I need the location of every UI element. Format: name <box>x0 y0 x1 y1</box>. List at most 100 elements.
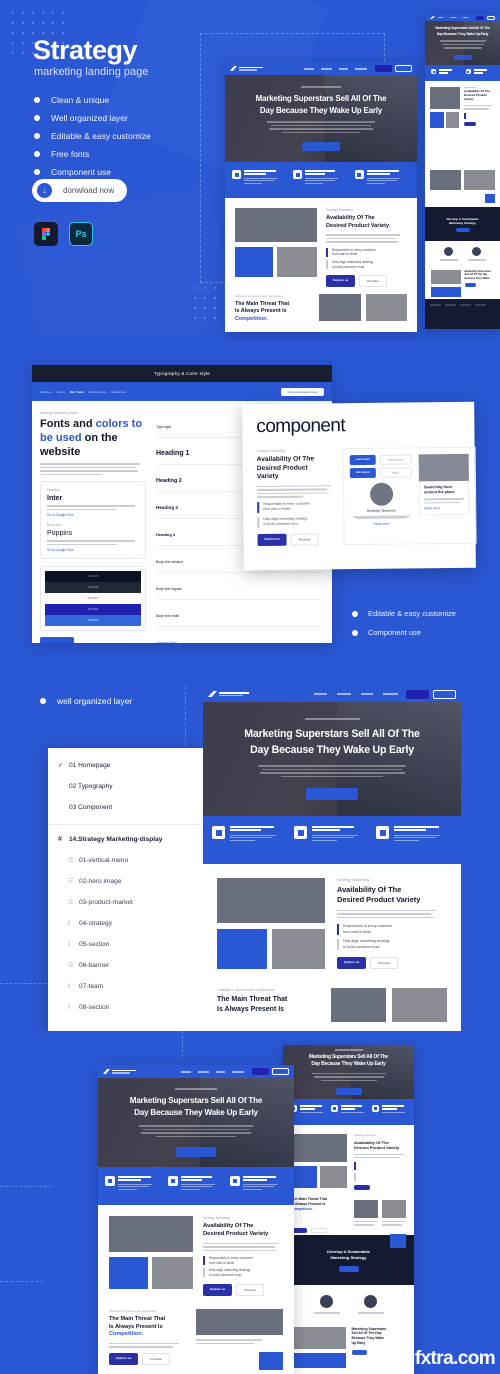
get-started-chip[interactable]: Get started <box>349 467 376 479</box>
login-button[interactable] <box>406 689 429 699</box>
layer-row[interactable]: ‖ 04-strategy <box>48 913 203 934</box>
layers-icon <box>293 170 303 179</box>
nav-menu[interactable] <box>304 67 367 70</box>
hero-title: Marketing Superstars Sell All Of The Day… <box>309 1054 388 1069</box>
login-button[interactable] <box>252 1068 269 1075</box>
threat-title-line1: The Main Threat That <box>217 996 288 1003</box>
nav-link[interactable]: About us <box>40 390 52 394</box>
section-buttons[interactable]: Explore us Preview <box>337 957 447 970</box>
explore-button[interactable]: Explore us <box>203 1283 233 1296</box>
nav-menu[interactable] <box>181 1070 244 1073</box>
explore-button[interactable]: Explore us <box>109 1352 139 1365</box>
banner-cta[interactable] <box>455 227 470 232</box>
hero-cta-button[interactable] <box>302 142 340 152</box>
nav-link[interactable]: Development <box>89 390 107 394</box>
mockup-features <box>203 816 461 864</box>
logo <box>103 1069 136 1074</box>
panel-previews: Marketing Superstars Sell All Of The Day… <box>0 1031 500 1374</box>
layer-row[interactable]: ‖ 07-team <box>48 976 203 997</box>
register-button[interactable] <box>272 1068 289 1075</box>
component-buttons[interactable]: Explore us Preview <box>257 533 331 546</box>
layer-row[interactable]: ☰ 06-banner <box>48 955 203 976</box>
section-buttons[interactable]: Explore us Preview <box>326 275 407 288</box>
palette-button[interactable] <box>40 637 74 643</box>
preview-button[interactable]: Preview <box>290 533 319 546</box>
threat-buttons[interactable]: Explore us Preview <box>109 1352 187 1365</box>
nav-link[interactable]: Home <box>57 390 65 394</box>
search-field-chip[interactable]: Search here <box>379 454 412 465</box>
hero-cta-button[interactable] <box>306 788 358 801</box>
hero-cta-button[interactable] <box>453 54 472 60</box>
nav-actions[interactable] <box>252 1068 289 1075</box>
section-title-line2: Desired Product Variety <box>354 1145 400 1151</box>
component-layer-icon: ‖ <box>68 1004 71 1011</box>
learn-more-chip[interactable]: Learn more <box>349 454 376 466</box>
threat-image-2 <box>382 1199 406 1218</box>
preview-button[interactable]: Preview <box>236 1283 264 1296</box>
nav-link-active[interactable]: Our Team <box>70 390 84 394</box>
page-item-component[interactable]: 03 Component <box>48 797 203 818</box>
bullet-line1: Help align marketing strategy <box>343 939 390 944</box>
menu-chip[interactable]: Menu <box>379 467 412 478</box>
section-kicker: Strategy Marketing <box>354 1134 376 1137</box>
layer-group-row[interactable]: #14.Strategy Marketing-display <box>48 829 203 850</box>
logo-mark-icon <box>103 1069 110 1074</box>
mockup-features <box>283 1099 414 1125</box>
banner-cta-button[interactable] <box>338 1265 359 1272</box>
section-buttons[interactable] <box>354 1184 406 1190</box>
layer-row[interactable]: ‖ 08-section <box>48 997 203 1018</box>
hero-cta-button[interactable] <box>335 1088 362 1096</box>
download-button[interactable]: ↓ donwload now <box>32 179 127 202</box>
layer-row[interactable]: ☰ 02-hero image <box>48 871 203 892</box>
layer-row[interactable]: ☰ 01-vertical-menu <box>48 850 203 871</box>
layer-row[interactable]: ‖ 05-section <box>48 934 203 955</box>
mockup-footer <box>425 299 500 329</box>
nav-links[interactable]: About us Home Our Team Development Conta… <box>40 390 126 394</box>
nav-cta-button[interactable]: Free consultation now <box>280 387 324 396</box>
nav-actions[interactable] <box>406 689 456 699</box>
threat-buttons[interactable] <box>291 1227 347 1233</box>
preview-button[interactable]: Preview <box>359 275 387 288</box>
preview-button[interactable]: Preview <box>370 957 398 970</box>
card-read-more[interactable]: Read more <box>424 506 464 510</box>
layer-label: 05-section <box>79 941 110 948</box>
bullet-line1: Responsible to every customer <box>263 501 310 506</box>
register-button[interactable] <box>433 689 456 699</box>
hero-title-line1: Marketing Superstars Sell All Of The <box>308 1053 389 1060</box>
nav-link[interactable]: Contact us <box>111 390 125 394</box>
bullet-icon <box>34 169 40 175</box>
layer-label: 04-strategy <box>79 920 112 927</box>
chip-row[interactable]: Get started Menu <box>349 467 412 479</box>
type-row: Link text 14px <box>156 627 324 643</box>
preview-button[interactable]: Preview <box>142 1352 170 1365</box>
page-item-typography[interactable]: 02 Typography <box>48 776 203 797</box>
bullet-line1: Help align marketing strategy <box>263 516 308 521</box>
font-link[interactable]: Go to Google Font <box>47 548 139 552</box>
nav-menu[interactable] <box>314 693 398 695</box>
hero-title-line1: Marketing Superstars Sell All Of The <box>244 727 420 740</box>
font-card: Heading Inter Go to Google Font Body tex… <box>40 481 146 560</box>
explore-button[interactable]: Explore us <box>337 957 367 970</box>
section-buttons[interactable]: Explore us Preview <box>203 1283 283 1296</box>
store-icon <box>354 170 364 179</box>
component-bullet: Help align marketing strategy to build co… <box>257 516 331 528</box>
chip-row[interactable]: Learn more Search here <box>349 454 412 466</box>
layer-row[interactable]: ☰ 03-product-market <box>48 892 203 913</box>
threat-title-line2: Is Always Present Is <box>217 1005 285 1013</box>
team-cta-button[interactable] <box>351 1350 367 1356</box>
hero-cta-button[interactable] <box>176 1147 216 1158</box>
text-layer-icon: ☰ <box>68 879 74 885</box>
team-title-line4: Up Early <box>351 1341 366 1346</box>
bullet-line1: Help align marketing strategy <box>209 1268 251 1273</box>
app-badges: Ps <box>34 222 93 246</box>
explore-button[interactable]: Explore us <box>257 533 287 546</box>
font-link[interactable]: Go to Google Font <box>47 513 139 517</box>
photoshop-label: Ps <box>75 229 87 239</box>
read-more-link[interactable]: Read more <box>350 521 412 526</box>
nav-actions[interactable] <box>375 65 412 72</box>
page-item-homepage[interactable]: ✓ 01 Homepage <box>48 755 203 776</box>
feature-card <box>165 1176 228 1205</box>
explore-button[interactable]: Explore us <box>326 275 356 288</box>
font-label: Body text <box>47 523 62 528</box>
hero-eyebrow <box>304 717 360 720</box>
